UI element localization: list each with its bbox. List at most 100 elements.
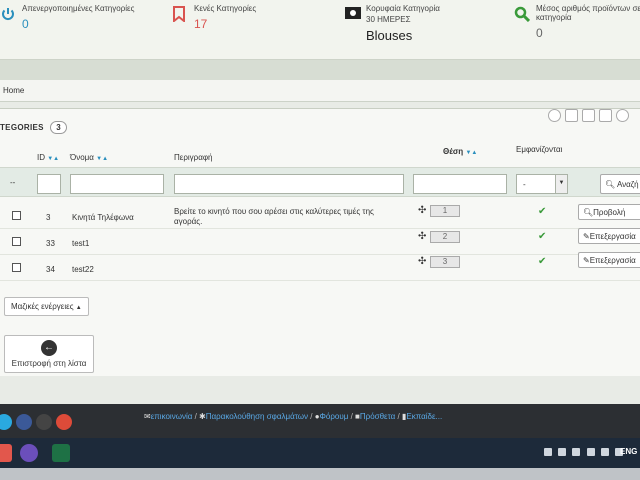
filter-dash: -- [10,178,16,187]
money-icon [344,6,362,22]
row-name: test1 [72,239,90,248]
row-action-button[interactable]: ✎Επεξεργασία [578,252,640,268]
header-displayed: Εμφανίζονται [516,145,563,154]
drag-handle-icon[interactable]: ✣ [418,256,426,267]
bug-icon: ✱ [199,412,206,421]
filter-name-input[interactable] [70,174,164,194]
row-checkbox[interactable] [12,211,21,220]
categories-panel: TEGORIES 3 ID ▼▲ Όνομα ▼▲ Περιγραφή Θέση… [0,108,640,376]
footer-link-bugtracker[interactable]: Παρακολούθηση σφαλμάτων [206,412,308,421]
position-value: 1 [430,205,460,217]
header-description: Περιγραφή [174,153,213,162]
kpi-avg-products: Μέσος αριθμός προϊόντων σε κατηγορία 0 [514,4,640,40]
table-row[interactable]: 3 Κινητά Τηλέφωνα Βρείτε το κινητό που σ… [0,203,640,229]
skype-icon[interactable] [558,447,567,456]
search-button[interactable]: 🔍︎ Αναζή [600,174,640,194]
breadcrumb: Home [0,80,640,102]
pencil-icon: ✎ [583,232,590,241]
footer-link-addons[interactable]: Πρόσθετα [360,412,395,421]
search-icon: 🔍︎ [583,208,594,217]
row-action-button[interactable]: 🔍︎Προβολή [578,204,640,220]
app-icon[interactable] [0,444,12,462]
kpi-label: Μέσος αριθμός προϊόντων σε κατηγορία [536,4,640,22]
language-indicator[interactable]: ENG [620,447,637,456]
footer: ✉επικοινωνία / ✱Παρακολούθηση σφαλμάτων … [0,404,640,438]
position-value: 3 [430,256,460,268]
google-plus-icon[interactable] [56,414,72,430]
kpi-label: Κενές Κατηγορίες [194,4,257,13]
drag-handle-icon[interactable]: ✣ [418,231,426,242]
kpi-value: 0 [536,26,543,40]
check-icon[interactable]: ✔ [538,231,546,242]
check-icon[interactable]: ✔ [538,206,546,217]
kpi-value: Blouses [366,28,413,43]
sort-icon[interactable]: ▼▲ [47,156,59,162]
cloud-icon[interactable] [565,109,578,122]
arrow-left-icon: ← [41,340,57,356]
excel-icon[interactable] [52,444,70,462]
viber-icon[interactable] [20,444,38,462]
sort-icon[interactable]: ▼▲ [96,156,108,162]
filter-row: -- - ▼ 🔍︎ Αναζή [0,167,640,197]
back-to-list-button[interactable]: ← Επιστροφή στη λίστα [4,335,94,373]
refresh-icon[interactable] [616,109,629,122]
header-id[interactable]: ID ▼▲ [37,153,59,162]
footer-link-contact[interactable]: επικοινωνία [151,412,193,421]
kpi-value: 0 [22,17,29,31]
chevron-down-icon: ▼ [555,175,567,193]
drag-handle-icon[interactable]: ✣ [418,205,426,216]
kpi-disabled-categories: Απενεργοποιημένες Κατηγορίες 0 [2,4,134,31]
row-action-button[interactable]: ✎Επεξεργασία [578,228,640,244]
bookmark-icon [172,6,186,24]
filter-displayed-select[interactable]: - ▼ [516,174,568,194]
export-icon[interactable] [599,109,612,122]
wifi-icon[interactable] [572,447,581,456]
edit-icon[interactable] [582,109,595,122]
system-tray [544,447,627,456]
table-row[interactable]: 33 test1 ✣ 2 ✔ ✎Επεξεργασία [0,228,640,255]
pencil-icon: ✎ [583,256,590,265]
row-name: Κινητά Τηλέφωνα [72,213,134,222]
github-icon[interactable] [36,414,52,430]
kpi-top-category: Κορυφαία Κατηγορία 30 ΗΜΕΡΕΣ Blouses [345,4,440,43]
twitter-icon[interactable] [0,414,12,430]
facebook-icon[interactable] [16,414,32,430]
row-id: 3 [46,213,51,222]
usb-icon[interactable] [544,447,552,456]
search-icon [514,6,531,24]
header-position[interactable]: Θέση ▼▲ [443,147,477,156]
table-row[interactable]: 34 test22 ✣ 3 ✔ ✎Επεξεργασία [0,252,640,281]
footer-link-training[interactable]: Εκπαίδε... [406,412,442,421]
search-icon: 🔍︎ [605,180,616,189]
row-checkbox[interactable] [12,237,21,246]
envelope-icon: ✉ [144,412,151,421]
kpi-bar: Απενεργοποιημένες Κατηγορίες 0 Κενές Κατ… [0,0,640,60]
row-description: Βρείτε το κινητό που σου αρέσει στις καλ… [174,207,374,226]
count-badge: 3 [50,121,68,134]
filter-position-input[interactable] [413,174,507,194]
add-icon[interactable] [548,109,561,122]
check-icon[interactable]: ✔ [538,256,546,267]
filter-description-input[interactable] [174,174,404,194]
position-value: 2 [430,231,460,243]
panel-title-text: TEGORIES [0,123,44,132]
bulk-actions-button[interactable]: Μαζικές ενέργειες ▲ [4,297,89,316]
volume-icon[interactable] [600,447,609,456]
battery-icon[interactable] [586,447,595,456]
kpi-sublabel: 30 ΗΜΕΡΕΣ [366,15,411,24]
sort-icon[interactable]: ▼▲ [465,150,477,156]
breadcrumb-home[interactable]: Home [3,86,24,95]
os-taskbar: ENG [0,438,640,468]
kpi-empty-categories: Κενές Κατηγορίες 17 [173,4,257,31]
filter-id-input[interactable] [37,174,61,194]
panel-title: TEGORIES 3 [0,121,68,134]
footer-links: ✉επικοινωνία / ✱Παρακολούθηση σφαλμάτων … [144,412,443,421]
row-checkbox[interactable] [12,263,21,272]
kpi-value: 17 [194,17,208,31]
panel-toolbar [548,109,629,127]
row-id: 33 [46,239,55,248]
header-name[interactable]: Όνομα ▼▲ [70,153,108,162]
header-band [0,60,640,80]
kpi-label: Κορυφαία Κατηγορία [366,4,440,13]
footer-link-forum[interactable]: Φόρουμ [320,412,349,421]
